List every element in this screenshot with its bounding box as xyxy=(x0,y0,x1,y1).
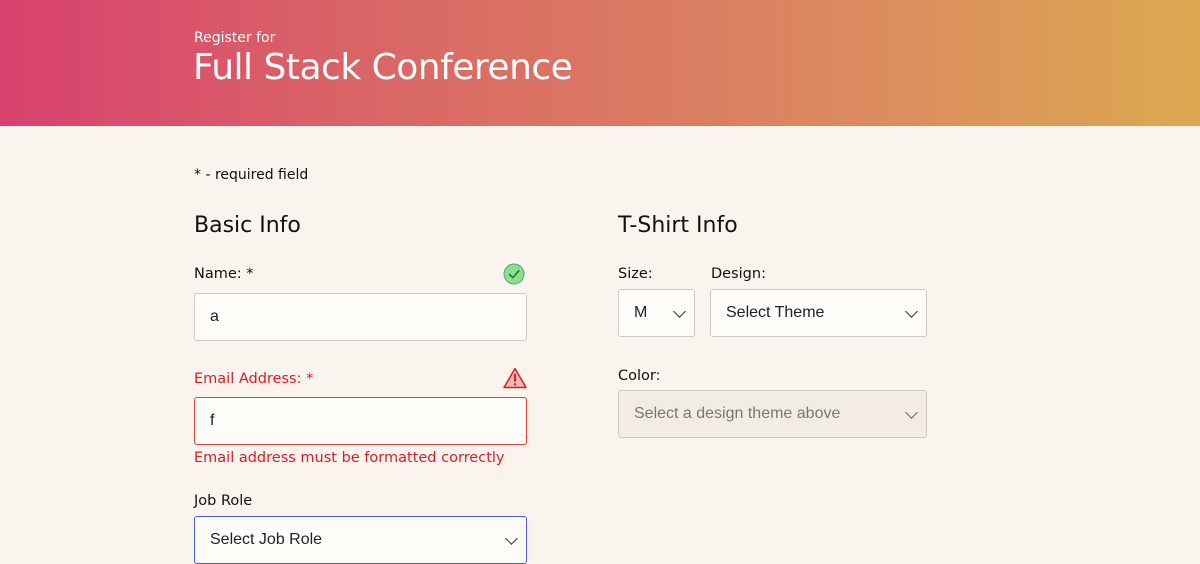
chevron-down-icon xyxy=(673,305,686,318)
size-select[interactable]: M xyxy=(618,289,695,337)
job-role-selected: Select Job Role xyxy=(210,531,323,548)
basic-info-heading: Basic Info xyxy=(194,213,301,238)
job-role-label: Job Role xyxy=(194,493,253,509)
header-subtitle: Register for xyxy=(194,30,276,46)
chevron-down-icon xyxy=(505,532,518,545)
name-label: Name: * xyxy=(194,266,254,282)
name-input-value: a xyxy=(210,308,219,325)
size-selected: M xyxy=(634,304,648,321)
tshirt-info-heading: T-Shirt Info xyxy=(618,213,738,238)
size-label: Size: xyxy=(618,266,653,282)
color-select[interactable]: Select a design theme above xyxy=(618,390,927,438)
chevron-down-icon xyxy=(905,305,918,318)
name-input[interactable]: a xyxy=(194,293,527,341)
job-role-select[interactable]: Select Job Role xyxy=(194,516,527,564)
design-select[interactable]: Select Theme xyxy=(710,289,927,337)
design-selected: Select Theme xyxy=(726,304,825,321)
warning-triangle-icon xyxy=(503,367,527,389)
email-input[interactable]: f xyxy=(194,397,527,445)
email-error-message: Email address must be formatted correctl… xyxy=(194,450,505,466)
check-circle-icon xyxy=(503,263,525,285)
design-label: Design: xyxy=(711,266,766,282)
page-title: Full Stack Conference xyxy=(193,47,573,88)
email-label: Email Address: * xyxy=(194,371,314,387)
required-field-note: * - required field xyxy=(194,167,309,183)
color-selected: Select a design theme above xyxy=(634,405,841,422)
email-input-value: f xyxy=(210,412,215,429)
page-header: Register for Full Stack Conference xyxy=(0,0,1200,126)
color-label: Color: xyxy=(618,368,661,384)
chevron-down-icon xyxy=(905,406,918,419)
